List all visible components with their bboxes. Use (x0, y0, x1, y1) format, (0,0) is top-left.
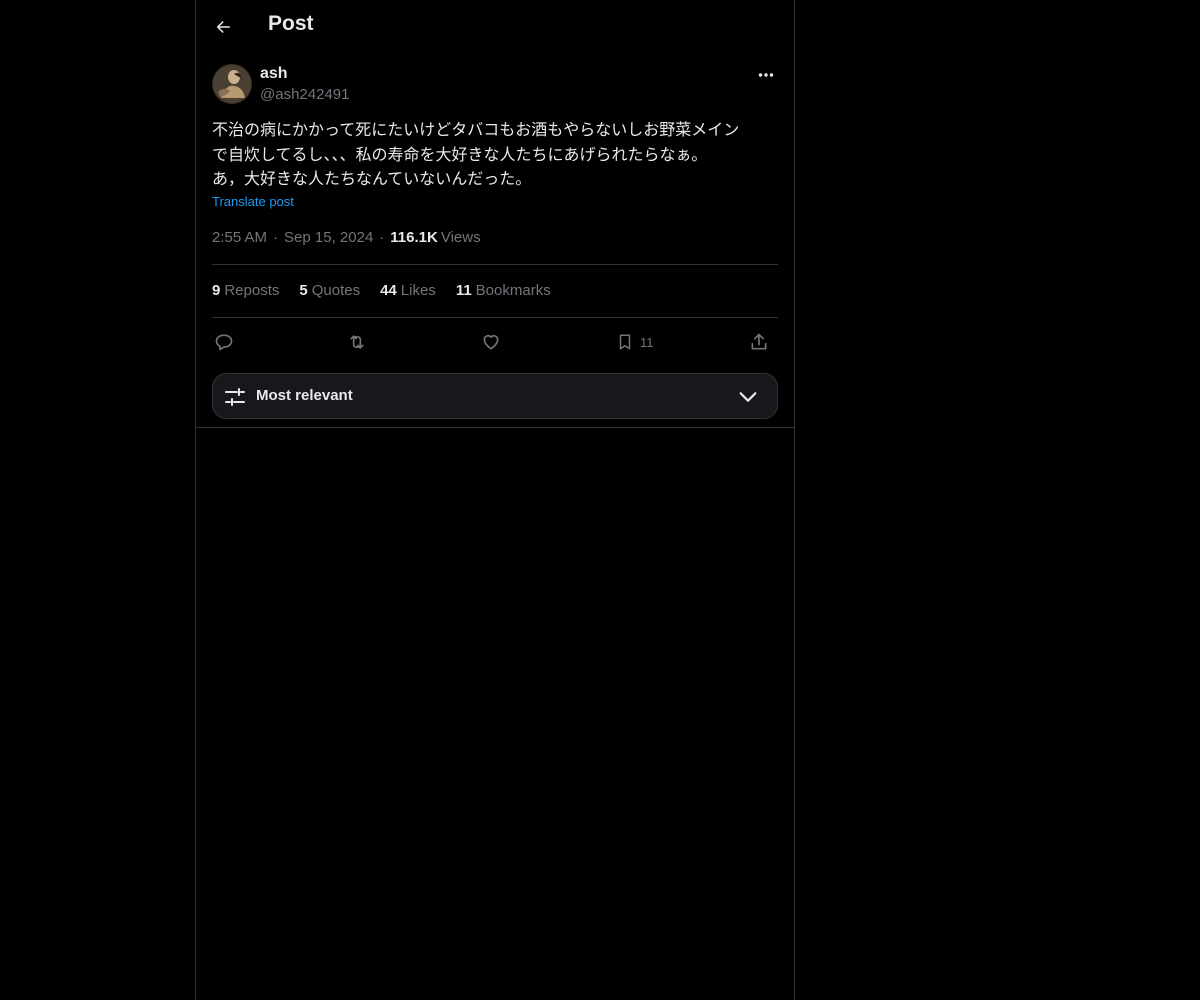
stat-label: Likes (400, 282, 436, 299)
page-header: Post (196, 0, 794, 53)
post-date[interactable]: Sep 15, 2024 (284, 229, 373, 246)
bookmark-icon (619, 334, 631, 350)
author-name[interactable]: ash (260, 65, 288, 83)
share-button[interactable] (749, 328, 769, 356)
repost-icon (350, 335, 364, 349)
stat-count: 44 (380, 282, 397, 299)
stat-reposts[interactable]: 9 Reposts (212, 282, 279, 299)
post-time[interactable]: 2:55 AM (212, 229, 267, 246)
post-stats: 9 Reposts 5 Quotes 44 Likes 11 Bookmarks (212, 282, 551, 299)
stat-bookmarks[interactable]: 11 Bookmarks (456, 282, 551, 299)
meta-separator: · (379, 229, 385, 246)
reply-sort-selector[interactable]: Most relevant (212, 373, 778, 419)
filter-sliders-icon (225, 388, 245, 406)
translate-post-link[interactable]: Translate post (212, 194, 294, 209)
bookmark-count: 11 (640, 334, 654, 350)
stat-count: 9 (212, 282, 221, 299)
post-actions: 11 (212, 328, 778, 356)
stat-label: Bookmarks (475, 282, 551, 299)
views-count: 116.1K (390, 229, 438, 246)
avatar-image (212, 64, 252, 104)
post-author: ash @ash242491 (212, 64, 778, 108)
stat-count: 5 (299, 282, 308, 299)
sort-label: Most relevant (256, 387, 353, 404)
more-horizontal-icon (758, 73, 774, 77)
avatar[interactable] (212, 64, 252, 104)
divider (212, 264, 778, 265)
page-title: Post (268, 12, 314, 35)
chevron-down-icon (739, 392, 757, 402)
more-options-button[interactable] (754, 64, 778, 86)
author-handle[interactable]: @ash242491 (260, 86, 349, 103)
reply-button[interactable] (214, 328, 234, 356)
post-text: 不治の病にかかって死にたいけどタバコもお酒もやらないしお野菜メイン で自炊してる… (212, 120, 740, 188)
back-button[interactable] (208, 10, 238, 44)
arrow-left-icon (216, 21, 230, 33)
post-meta: 2:55 AM · Sep 15, 2024 · 116.1K Views (212, 229, 481, 246)
meta-separator: · (273, 229, 279, 246)
reply-icon (215, 334, 233, 351)
divider (212, 317, 778, 318)
repost-button[interactable] (346, 328, 368, 356)
heart-icon (483, 334, 499, 350)
stat-label: Reposts (224, 282, 280, 299)
bookmark-button[interactable]: 11 (616, 328, 654, 356)
views-label: Views (440, 229, 481, 246)
stat-label: Quotes (311, 282, 361, 299)
divider (196, 427, 794, 428)
stat-likes[interactable]: 44 Likes (380, 282, 436, 299)
stat-quotes[interactable]: 5 Quotes (299, 282, 360, 299)
like-button[interactable] (481, 328, 501, 356)
post-column: Post ash @ash242491 不治の病にかかって死にたいけどタバコもお… (195, 0, 795, 1000)
share-icon (751, 333, 767, 350)
stat-count: 11 (455, 282, 472, 299)
